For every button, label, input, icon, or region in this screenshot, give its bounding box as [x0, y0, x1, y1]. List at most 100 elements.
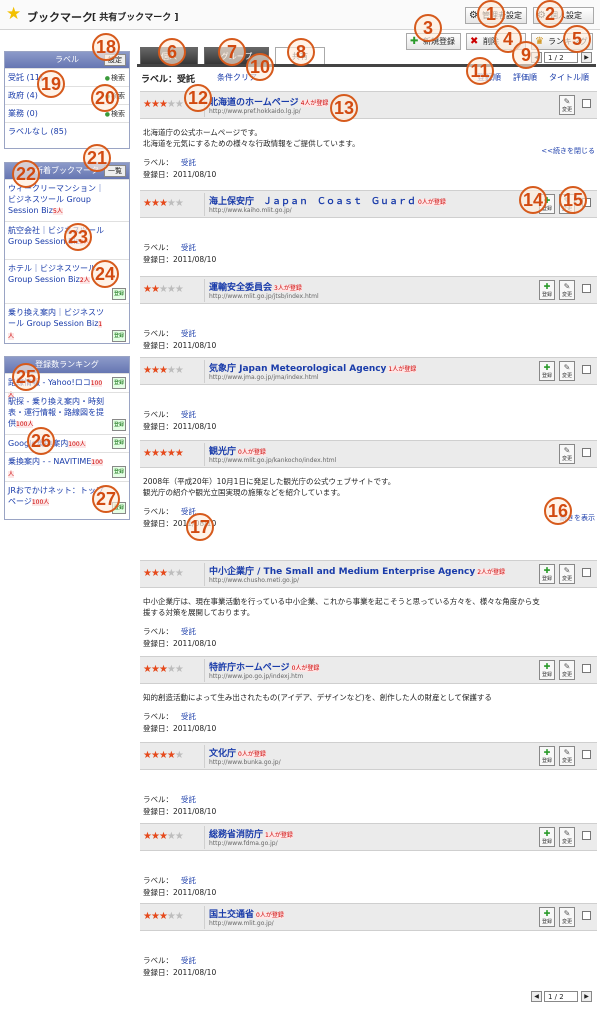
page-select[interactable]: 1 / 2	[544, 991, 578, 1002]
registered-count-badge[interactable]: 0人が登録	[256, 912, 284, 919]
register-button[interactable]: 登録	[112, 466, 126, 478]
register-button[interactable]: ✚登録	[539, 746, 555, 766]
ranking-title[interactable]: JRおでかけネット：トップページ	[8, 486, 104, 506]
edit-button[interactable]: ✎変更	[559, 95, 575, 115]
registered-count-badge[interactable]: 0人が登録	[418, 199, 446, 206]
register-label: 登録	[541, 758, 552, 764]
toggle-description-link[interactable]: <<続きを閉じる	[541, 146, 595, 156]
bookmark-title[interactable]: 中小企業庁 / The Small and Medium Enterprise …	[209, 567, 475, 577]
entry-label-link[interactable]: 受託	[181, 243, 196, 252]
bookmark-title-link[interactable]: 観光庁 0人が登録	[209, 444, 266, 457]
edit-button[interactable]: ✎変更	[559, 280, 575, 300]
ranking-item[interactable]: 駅探 - 乗り換え案内・時刻表・運行情報・路線図を提供100人 登録	[5, 392, 129, 434]
edit-button[interactable]: ✎変更	[559, 907, 575, 927]
bookmark-title-link[interactable]: 運輸安全委員会 3人が登録	[209, 280, 302, 293]
select-checkbox[interactable]	[582, 750, 591, 759]
select-checkbox[interactable]	[582, 365, 591, 374]
entry-label-link[interactable]: 受託	[181, 410, 196, 419]
edit-button[interactable]: ✎変更	[559, 564, 575, 584]
select-checkbox[interactable]	[582, 284, 591, 293]
ranking-title[interactable]: 乗換案内 - - NAVITIME	[8, 457, 91, 466]
star-icon: ★	[158, 911, 168, 922]
edit-button[interactable]: ✎変更	[559, 746, 575, 766]
entry-label-link[interactable]: 受託	[181, 795, 196, 804]
select-checkbox[interactable]	[582, 448, 591, 457]
registered-count-badge[interactable]: 0人が登録	[238, 449, 266, 456]
entry-label-link[interactable]: 受託	[181, 712, 196, 721]
register-button[interactable]: 登録	[112, 419, 126, 431]
bookmark-title-link[interactable]: 国土交通省 0人が登録	[209, 907, 284, 920]
register-button[interactable]: 登録	[112, 437, 126, 449]
bookmark-title[interactable]: 文化庁	[209, 749, 236, 759]
bookmark-title[interactable]: 運輸安全委員会	[209, 283, 272, 293]
select-checkbox[interactable]	[582, 568, 591, 577]
select-checkbox[interactable]	[582, 911, 591, 920]
select-checkbox[interactable]	[582, 664, 591, 673]
edit-button[interactable]: ✎変更	[559, 444, 575, 464]
sort-rating-link[interactable]: 評価順	[513, 72, 537, 83]
select-checkbox[interactable]	[582, 99, 591, 108]
new-bookmark-title[interactable]: 乗り換え案内｜ビジネスツール Group Session Biz	[8, 308, 104, 328]
star-icon: ★	[166, 99, 176, 110]
register-button[interactable]: 登録	[112, 377, 126, 389]
edit-button[interactable]: ✎変更	[559, 361, 575, 381]
entry-label-row: ラベル： 受託	[143, 409, 196, 420]
entry-label-link[interactable]: 受託	[181, 329, 196, 338]
label-item[interactable]: 受託 (11)検索	[5, 68, 129, 86]
bookmark-title[interactable]: 国土交通省	[209, 910, 254, 920]
register-button[interactable]: 登録	[112, 288, 126, 300]
registered-count-badge[interactable]: 1人が登録	[388, 366, 417, 373]
bookmark-title-link[interactable]: 文化庁 0人が登録	[209, 746, 266, 759]
bookmark-title[interactable]: 観光庁	[209, 447, 236, 457]
entry-label-link[interactable]: 受託	[181, 158, 196, 167]
register-button[interactable]: ✚登録	[539, 660, 555, 680]
sort-title-link[interactable]: タイトル順	[549, 72, 589, 83]
registered-count-badge[interactable]: 0人が登録	[238, 751, 266, 758]
select-checkbox[interactable]	[582, 831, 591, 840]
next-page-icon[interactable]: ▶	[581, 52, 592, 63]
register-button[interactable]: ✚登録	[539, 564, 555, 584]
label-item[interactable]: ラベルなし (85)	[5, 122, 129, 140]
entry-label-row: ラベル： 受託	[143, 875, 196, 886]
bookmark-title-link[interactable]: 海上保安庁 Ｊａｐａｎ Ｃｏａｓｔ Ｇｕａｒｄ 0人が登録	[209, 194, 446, 207]
bookmark-title-link[interactable]: 総務省消防庁 1人が登録	[209, 827, 293, 840]
entry-label-link[interactable]: 受託	[181, 956, 196, 965]
bookmark-title[interactable]: 特許庁ホームページ	[209, 663, 290, 673]
bookmark-title[interactable]: 気象庁 Japan Meteorological Agency	[209, 364, 386, 374]
bookmark-title-link[interactable]: 中小企業庁 / The Small and Medium Enterprise …	[209, 564, 506, 577]
register-button[interactable]: 登録	[112, 330, 126, 342]
bookmark-description: 知的創造活動によって生み出されたもの(アイデア、デザインなど)を、創作した人の財…	[143, 693, 492, 702]
register-label: 登録	[541, 839, 552, 845]
registered-count-badge[interactable]: 3人が登録	[274, 285, 302, 292]
registered-count-badge[interactable]: 0人が登録	[291, 665, 320, 672]
page-select[interactable]: 1 / 2	[544, 52, 578, 63]
bookmark-title-link[interactable]: 北海道のホームページ 4人が登録	[209, 95, 329, 108]
pager-top: ◀ 1 / 2 ▶	[531, 52, 595, 65]
registered-count-badge[interactable]: 1人が登録	[265, 832, 293, 839]
edit-button[interactable]: ✎変更	[559, 660, 575, 680]
bookmark-title[interactable]: 総務省消防庁	[209, 830, 263, 840]
register-button[interactable]: ✚登録	[539, 361, 555, 381]
ranking-item[interactable]: Google乗換案内100人登録	[5, 434, 129, 452]
date-caption: 登録日：	[143, 170, 173, 179]
prev-page-icon[interactable]: ◀	[531, 991, 542, 1002]
entry-date-row: 登録日：2011/08/10	[143, 723, 216, 734]
next-page-icon[interactable]: ▶	[581, 991, 592, 1002]
star-icon: ★	[143, 568, 152, 579]
star-icon: ★	[150, 448, 160, 459]
edit-button[interactable]: ✎変更	[559, 827, 575, 847]
ranking-item[interactable]: 乗換案内 - - NAVITIME100人 登録	[5, 452, 129, 481]
bookmark-title[interactable]: 北海道のホームページ	[209, 98, 299, 108]
new-bookmark-item[interactable]: 乗り換え案内｜ビジネスツール Group Session Biz1人 登録	[5, 303, 129, 345]
register-button[interactable]: ✚登録	[539, 907, 555, 927]
bookmark-title[interactable]: 海上保安庁 Ｊａｐａｎ Ｃｏａｓｔ Ｇｕａｒｄ	[209, 197, 416, 207]
registered-count-badge[interactable]: 4人が登録	[300, 100, 329, 107]
registered-count-badge[interactable]: 2人が登録	[477, 569, 506, 576]
bookmark-title-link[interactable]: 気象庁 Japan Meteorological Agency 1人が登録	[209, 361, 417, 374]
register-button[interactable]: ✚登録	[539, 280, 555, 300]
register-button[interactable]: ✚登録	[539, 827, 555, 847]
entry-date-row: 登録日：2011/08/10	[143, 340, 216, 351]
entry-label-link[interactable]: 受託	[181, 627, 196, 636]
entry-label-link[interactable]: 受託	[181, 876, 196, 885]
bookmark-title-link[interactable]: 特許庁ホームページ 0人が登録	[209, 660, 320, 673]
